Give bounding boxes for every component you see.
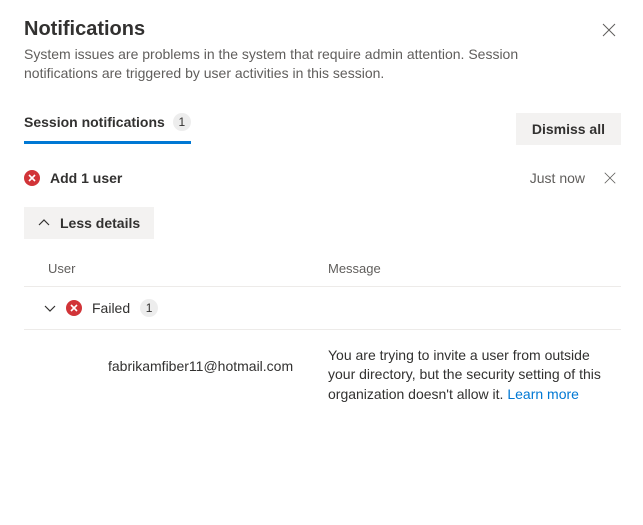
cell-message: You are trying to invite a user from out… xyxy=(328,346,621,405)
learn-more-link[interactable]: Learn more xyxy=(507,386,579,402)
notification-timestamp: Just now xyxy=(530,170,585,186)
details-toggle-button[interactable]: Less details xyxy=(24,207,154,239)
notification-header-right: Just now xyxy=(530,167,621,189)
dismiss-notification-button[interactable] xyxy=(599,167,621,189)
chevron-up-icon xyxy=(38,217,50,229)
group-count-badge: 1 xyxy=(140,299,158,317)
header-text: Notifications System issues are problems… xyxy=(24,18,584,83)
group-status-label: Failed xyxy=(92,300,130,316)
details-table: User Message Failed 1 fabrikamfiber11@ho… xyxy=(24,261,621,421)
column-header-message: Message xyxy=(328,261,621,276)
panel-subtitle: System issues are problems in the system… xyxy=(24,45,584,83)
notification-item: Add 1 user Just now Less details User Me… xyxy=(24,167,621,421)
dismiss-all-button[interactable]: Dismiss all xyxy=(516,113,621,145)
table-row: fabrikamfiber11@hotmail.com You are tryi… xyxy=(24,330,621,421)
tabs-row: Session notifications 1 Dismiss all xyxy=(24,113,621,145)
tab-count-badge: 1 xyxy=(173,113,191,131)
chevron-down-icon xyxy=(44,302,56,314)
notification-header-left: Add 1 user xyxy=(24,170,122,186)
notification-header: Add 1 user Just now xyxy=(24,167,621,189)
close-icon xyxy=(601,22,617,38)
table-header-row: User Message xyxy=(24,261,621,286)
details-toggle-label: Less details xyxy=(60,215,140,231)
notifications-panel: Notifications System issues are problems… xyxy=(0,0,643,443)
group-row-failed[interactable]: Failed 1 xyxy=(24,286,621,330)
tab-session-notifications[interactable]: Session notifications 1 xyxy=(24,113,191,144)
tab-label: Session notifications xyxy=(24,114,165,130)
notification-title: Add 1 user xyxy=(50,170,122,186)
error-icon xyxy=(24,170,40,186)
panel-header: Notifications System issues are problems… xyxy=(24,18,621,83)
column-header-user: User xyxy=(48,261,328,276)
error-icon xyxy=(66,300,82,316)
panel-title: Notifications xyxy=(24,18,584,41)
cell-user: fabrikamfiber11@hotmail.com xyxy=(24,346,328,405)
close-panel-button[interactable] xyxy=(597,18,621,42)
close-icon xyxy=(603,171,617,185)
